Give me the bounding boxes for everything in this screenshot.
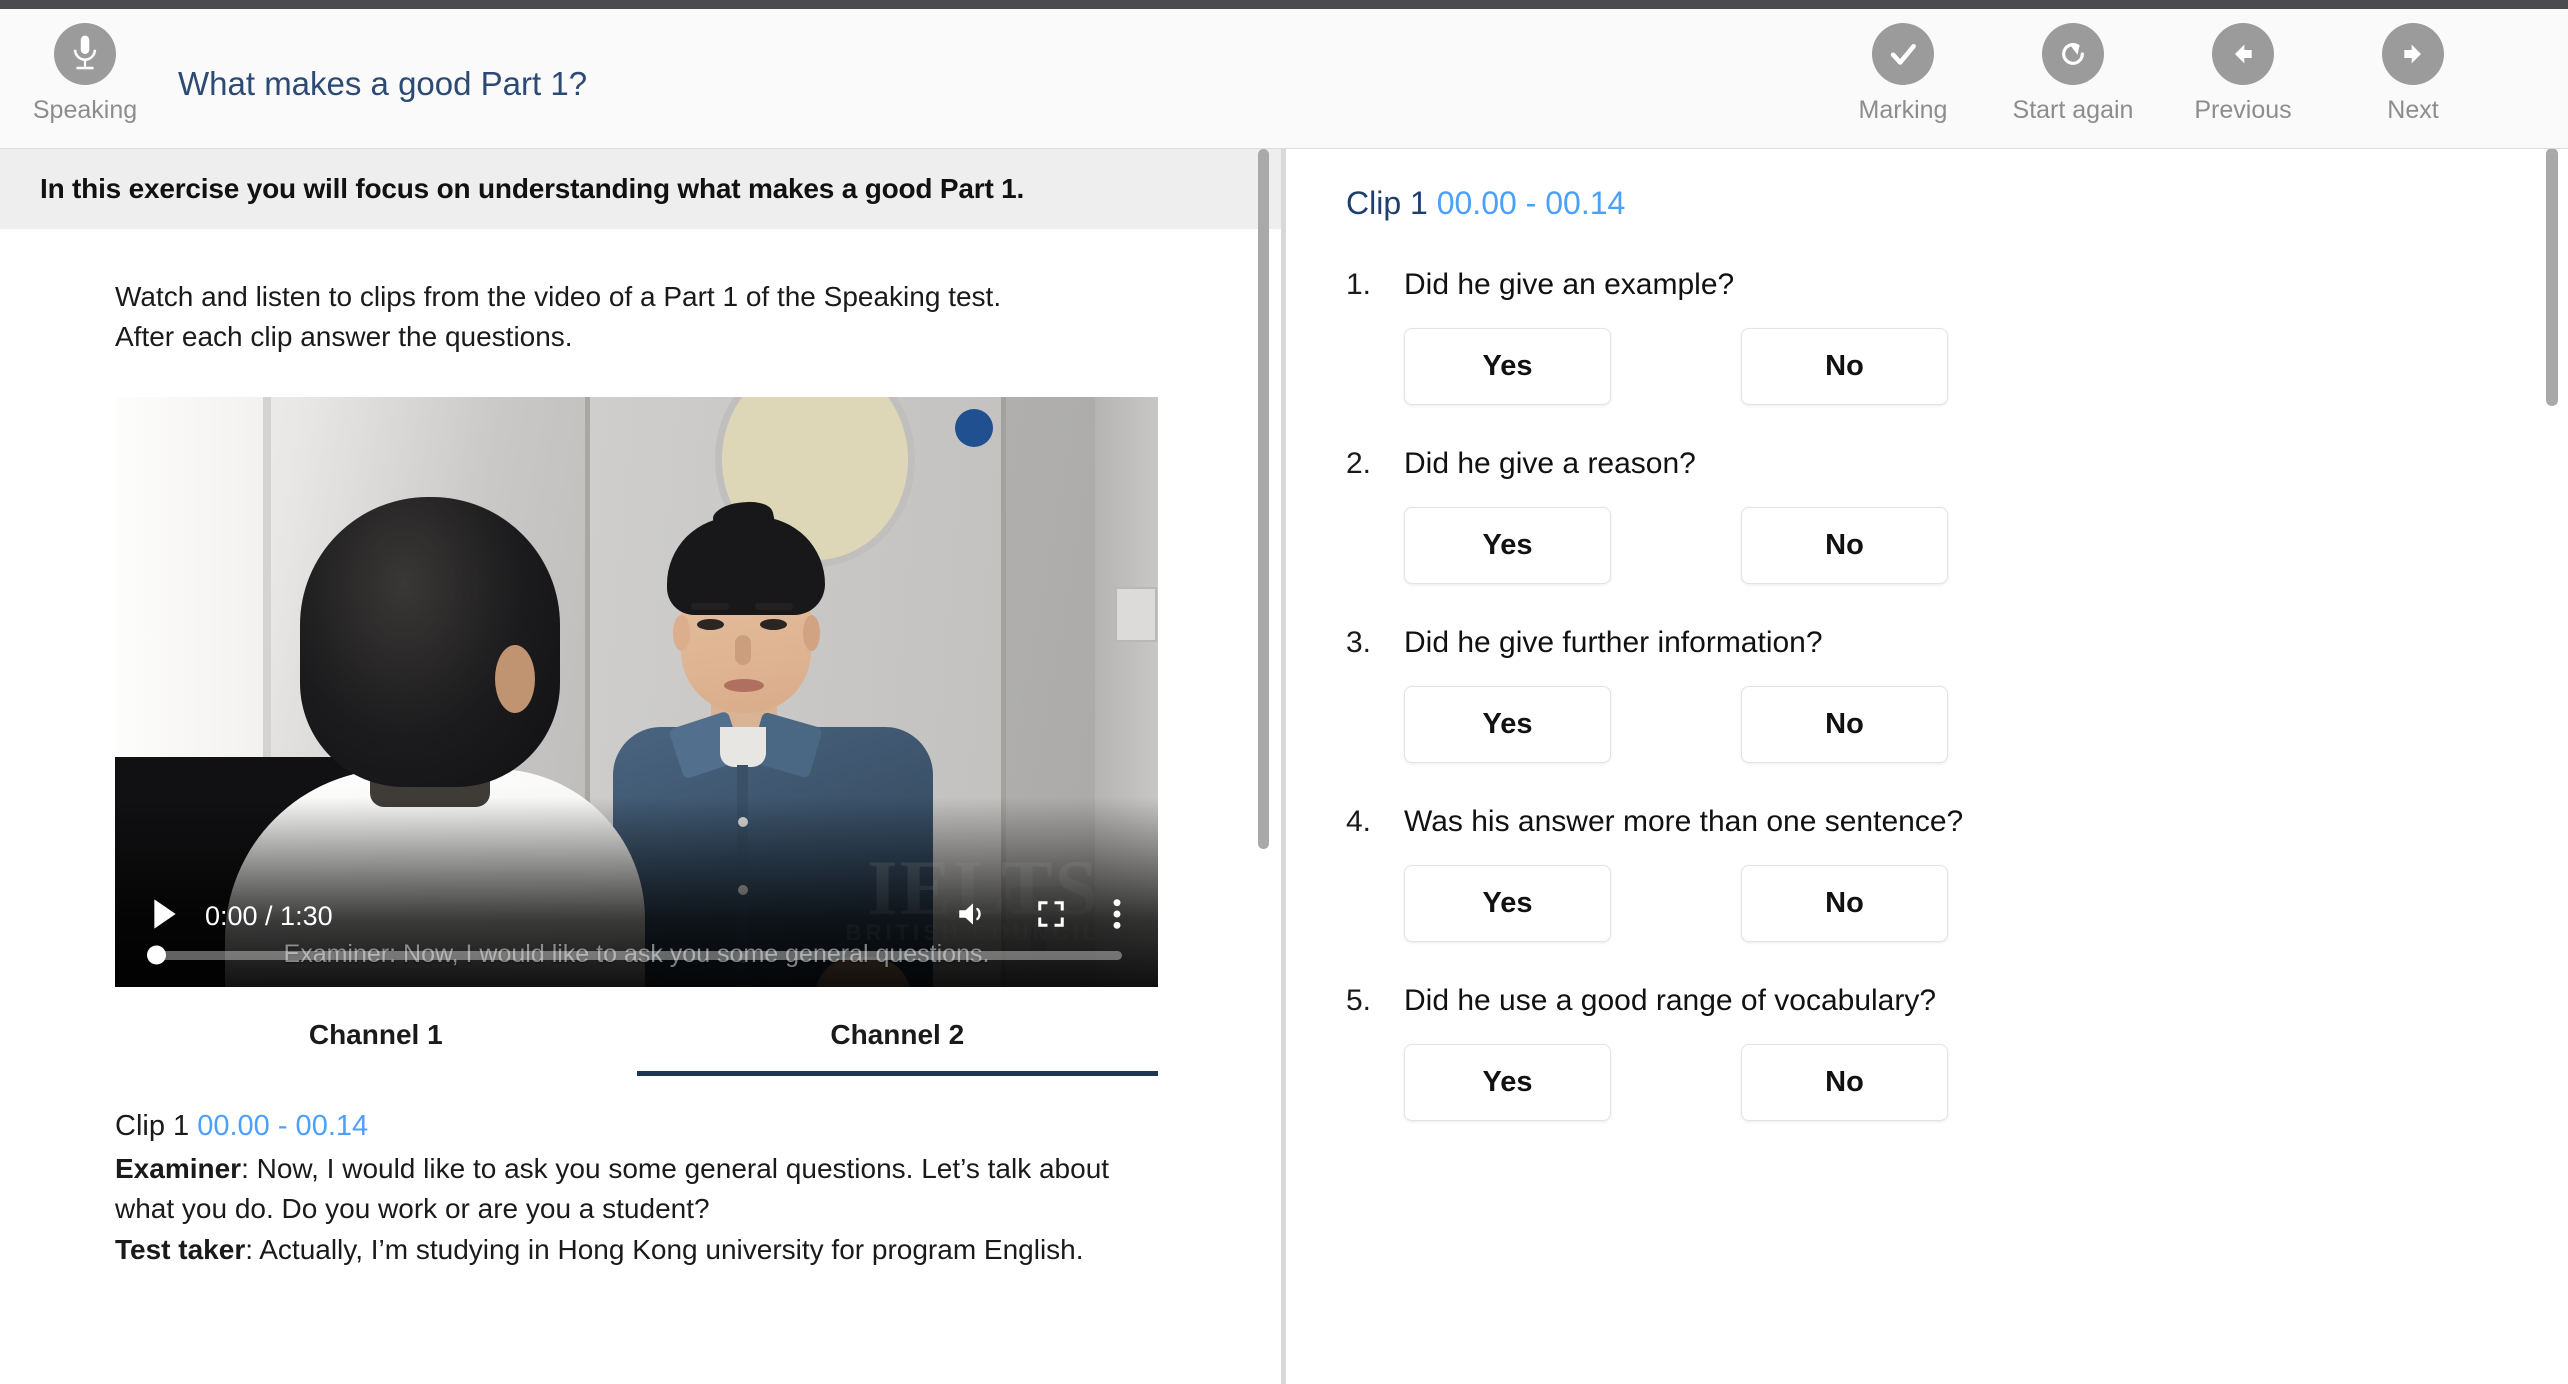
exercise-toolbar: Speaking What makes a good Part 1? Marki… (0, 9, 2568, 149)
tab-channel-2[interactable]: Channel 2 (636, 997, 1158, 1076)
question-text: Was his answer more than one sentence? (1404, 805, 1964, 838)
answer-no-button[interactable]: No (1741, 686, 1948, 763)
toolbar-label-start-again: Start again (2012, 96, 2134, 124)
transcript-speaker-testtaker: Test taker (115, 1233, 246, 1265)
left-body: Watch and listen to clips from the video… (0, 229, 1281, 1270)
question-item: 3. Did he give further information? Yes … (1286, 626, 2568, 763)
question-number: 4. (1346, 805, 1372, 838)
answer-no-button[interactable]: No (1741, 1044, 1948, 1121)
page-title: What makes a good Part 1? (178, 65, 588, 102)
transcript-line-testtaker: Test taker: Actually, I’m studying in Ho… (115, 1230, 1158, 1271)
questions-clip-name: Clip 1 (1346, 185, 1428, 221)
channel-tabs: Channel 1 Channel 2 (115, 997, 1158, 1076)
transcript-clip-heading: Clip 1 00.00 - 00.14 (115, 1110, 1158, 1143)
question-item: 1. Did he give an example? Yes No (1286, 268, 2568, 405)
video-controls-row: 0:00 / 1:30 (115, 898, 1158, 935)
question-row: 5. Did he use a good range of vocabulary… (1346, 984, 2568, 1018)
video-progress-bar[interactable] (147, 945, 1122, 965)
right-questions-pane: Clip 1 00.00 - 00.14 1. Did he give an e… (1286, 149, 2568, 1384)
check-icon (1872, 23, 1934, 85)
question-row: 3. Did he give further information? (1346, 626, 2568, 660)
top-chrome-strip (0, 0, 2568, 9)
question-number: 3. (1346, 626, 1372, 659)
restart-icon (2042, 23, 2104, 85)
left-content-pane: In this exercise you will focus on under… (0, 149, 1281, 1384)
question-item: 2. Did he give a reason? Yes No (1286, 447, 2568, 584)
questions-clip-heading: Clip 1 00.00 - 00.14 (1346, 185, 2568, 222)
answer-buttons: Yes No (1404, 686, 2568, 763)
intro-line-1: Watch and listen to clips from the video… (115, 281, 1002, 312)
question-row: 1. Did he give an example? (1346, 268, 2568, 302)
answer-no-button[interactable]: No (1741, 865, 1948, 942)
toolbar-button-previous[interactable]: Previous (2158, 9, 2328, 125)
content-split: In this exercise you will focus on under… (0, 149, 2568, 1384)
answer-yes-button[interactable]: Yes (1404, 328, 1611, 405)
transcript-line-examiner: Examiner: Now, I would like to ask you s… (115, 1149, 1158, 1230)
toolbar-label-speaking: Speaking (32, 96, 138, 124)
transcript-speaker-examiner: Examiner (115, 1152, 242, 1184)
toolbar-label-previous: Previous (2194, 96, 2292, 124)
answer-buttons: Yes No (1404, 507, 2568, 584)
question-text: Did he give a reason? (1404, 447, 1696, 480)
transcript-clip-time: 00.00 - 00.14 (197, 1109, 369, 1142)
transcript-clip-name: Clip 1 (115, 1109, 190, 1142)
question-item: 5. Did he use a good range of vocabulary… (1286, 984, 2568, 1121)
question-number: 1. (1346, 268, 1372, 301)
answer-no-button[interactable]: No (1741, 328, 1948, 405)
question-number: 2. (1346, 447, 1372, 480)
video-player[interactable]: IELTS BRITISH COUNCIL Examiner: Now, I w… (115, 396, 1158, 987)
left-pane-scrollbar-thumb[interactable] (1258, 149, 1269, 849)
volume-icon[interactable] (956, 899, 990, 934)
answer-buttons: Yes No (1404, 1044, 2568, 1121)
toolbar-button-marking[interactable]: Marking (1818, 9, 1988, 125)
transcript-panel: Clip 1 00.00 - 00.14 Examiner: Now, I wo… (115, 1110, 1158, 1271)
toolbar-label-marking: Marking (1858, 96, 1948, 124)
toolbar-right-group: Marking Start again Previous Next (1818, 9, 2498, 125)
microphone-icon (54, 23, 116, 85)
answer-yes-button[interactable]: Yes (1404, 1044, 1611, 1121)
answer-yes-button[interactable]: Yes (1404, 865, 1611, 942)
answer-buttons: Yes No (1404, 328, 2568, 405)
video-time-display: 0:00 / 1:30 (205, 900, 333, 931)
question-number: 5. (1346, 984, 1372, 1017)
more-options-icon[interactable] (1112, 898, 1122, 935)
questions-clip-time: 00.00 - 00.14 (1436, 185, 1626, 221)
video-progress-handle[interactable] (147, 945, 166, 965)
toolbar-button-next[interactable]: Next (2328, 9, 2498, 125)
answer-yes-button[interactable]: Yes (1404, 507, 1611, 584)
exercise-instruction: In this exercise you will focus on under… (0, 149, 1281, 229)
toolbar-label-next: Next (2387, 96, 2439, 124)
play-icon[interactable] (151, 898, 179, 935)
question-row: 4. Was his answer more than one sentence… (1346, 805, 2568, 839)
toolbar-button-speaking[interactable]: Speaking (0, 9, 170, 125)
left-pane-scrollbar[interactable] (1258, 149, 1269, 1384)
question-item: 4. Was his answer more than one sentence… (1286, 805, 2568, 942)
right-pane-scrollbar-thumb[interactable] (2546, 149, 2558, 406)
transcript-text-examiner: : Now, I would like to ask you some gene… (115, 1152, 1110, 1225)
fullscreen-icon[interactable] (1036, 899, 1066, 934)
transcript-text-testtaker: : Actually, I’m studying in Hong Kong un… (245, 1233, 1084, 1265)
question-text: Did he use a good range of vocabulary? (1404, 984, 1937, 1017)
question-text: Did he give an example? (1404, 268, 1735, 301)
answer-no-button[interactable]: No (1741, 507, 1948, 584)
arrow-right-icon (2382, 23, 2444, 85)
toolbar-button-start-again[interactable]: Start again (1988, 9, 2158, 125)
answer-yes-button[interactable]: Yes (1404, 686, 1611, 763)
question-row: 2. Did he give a reason? (1346, 447, 2568, 481)
intro-line-2: After each clip answer the questions. (115, 320, 573, 352)
question-text: Did he give further information? (1404, 626, 1823, 659)
answer-buttons: Yes No (1404, 865, 2568, 942)
arrow-left-icon (2212, 23, 2274, 85)
tab-channel-1[interactable]: Channel 1 (115, 997, 637, 1076)
right-pane-scrollbar[interactable] (2546, 149, 2558, 1384)
